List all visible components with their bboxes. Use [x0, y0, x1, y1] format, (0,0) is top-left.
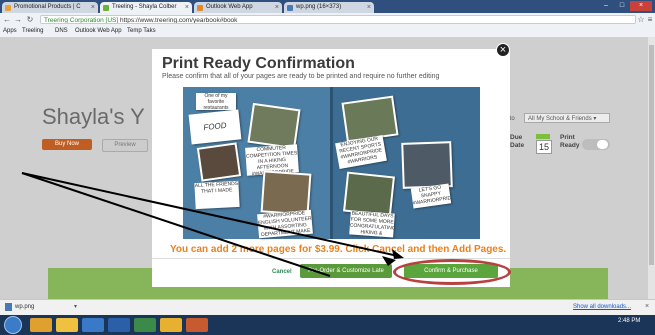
arrow-line-2: [21, 172, 331, 277]
taskbar-explorer-icon[interactable]: [30, 318, 52, 332]
download-file-name[interactable]: wp.png: [15, 299, 34, 315]
download-bar: [0, 299, 655, 316]
taskbar-excel-icon[interactable]: [134, 318, 156, 332]
start-button-icon[interactable]: [4, 316, 22, 334]
taskbar-word-icon[interactable]: [108, 318, 130, 332]
taskbar-clock: 2:48 PM: [618, 318, 641, 324]
arrow-head-1: [392, 249, 404, 259]
image-file-icon: [5, 303, 12, 311]
close-download-bar-icon[interactable]: ×: [645, 299, 649, 315]
taskbar-folder-icon[interactable]: [56, 318, 78, 332]
taskbar-ie-icon[interactable]: [82, 318, 104, 332]
annotation-arrows: [21, 172, 404, 277]
taskbar-powerpoint-icon[interactable]: [186, 318, 208, 332]
taskbar-chrome-icon[interactable]: [160, 318, 182, 332]
arrow-line-1: [21, 172, 399, 257]
show-all-downloads-link[interactable]: Show all downloads...: [573, 299, 631, 315]
chevron-down-icon[interactable]: ▾: [74, 299, 77, 315]
